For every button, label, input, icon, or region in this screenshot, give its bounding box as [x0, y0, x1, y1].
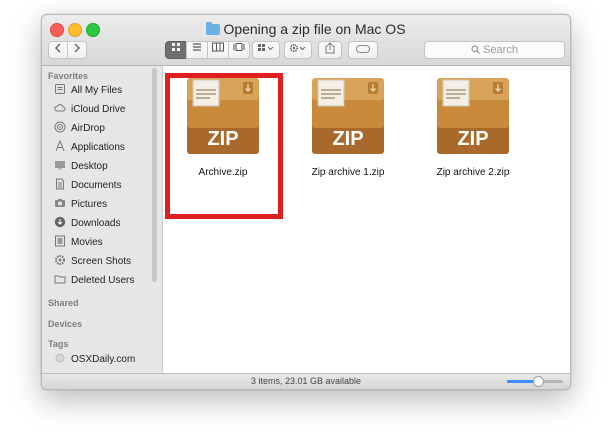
file-item-zip-archive-1[interactable]: ZIP Zip archive 1.zip: [288, 76, 408, 178]
sidebar-item-documents[interactable]: Documents: [54, 178, 154, 194]
action-button[interactable]: [284, 41, 312, 59]
folder-icon: [54, 275, 66, 284]
sidebar: Favorites All My Files iCloud Drive AirD…: [42, 66, 163, 373]
sidebar-item-label: Movies: [71, 237, 103, 248]
document-icon: [56, 178, 64, 190]
film-icon: [55, 235, 65, 247]
arrange-icon: [258, 44, 274, 51]
title-bar: Opening a zip file on Mac OS Search: [42, 15, 570, 66]
search-placeholder: Search: [483, 44, 518, 56]
folder-icon: [206, 22, 221, 35]
list-view-button[interactable]: [186, 41, 208, 59]
applications-icon: [55, 140, 65, 152]
highlight-box: [165, 73, 283, 219]
grid-icon: [172, 43, 180, 51]
sidebar-tag-osxdaily[interactable]: OSXDaily.com: [54, 352, 154, 368]
zip-badge-text: ZIP: [457, 128, 488, 150]
columns-icon: [212, 42, 224, 52]
file-item-zip-archive-2[interactable]: ZIP Zip archive 2.zip: [413, 76, 533, 178]
zip-archive-icon: ZIP: [437, 78, 509, 154]
sidebar-item-movies[interactable]: Movies: [54, 235, 154, 251]
sidebar-item-deleted-users[interactable]: Deleted Users: [54, 273, 154, 289]
sidebar-item-pictures[interactable]: Pictures: [54, 197, 154, 213]
cloud-icon: [54, 104, 66, 112]
sidebar-item-airdrop[interactable]: AirDrop: [54, 121, 154, 137]
chevron-right-icon: [74, 43, 81, 53]
sidebar-item-applications[interactable]: Applications: [54, 140, 154, 156]
icon-size-slider[interactable]: [507, 376, 563, 387]
status-text: 3 items, 23.01 GB available: [250, 376, 362, 386]
share-button[interactable]: [318, 41, 342, 59]
sidebar-item-screen-shots[interactable]: Screen Shots: [54, 254, 154, 270]
share-icon: [325, 42, 335, 54]
airdrop-icon: [54, 121, 66, 133]
slider-knob[interactable]: [532, 376, 544, 387]
tags-header: Tags: [48, 339, 69, 349]
finder-window: Opening a zip file on Mac OS Search Favo…: [41, 14, 571, 390]
icon-view-button[interactable]: [165, 41, 187, 59]
camera-icon: [55, 199, 65, 207]
shared-header: Shared: [48, 298, 79, 308]
sidebar-item-label: Applications: [71, 142, 125, 153]
back-button[interactable]: [48, 41, 68, 59]
sidebar-item-all-my-files[interactable]: All My Files: [54, 83, 154, 99]
sidebar-scrollbar[interactable]: [152, 68, 157, 282]
desktop-icon: [55, 161, 65, 170]
sidebar-item-label: Documents: [71, 180, 122, 191]
favorites-header: Favorites: [48, 71, 89, 81]
sidebar-item-icloud-drive[interactable]: iCloud Drive: [54, 102, 154, 118]
tags-button[interactable]: [348, 41, 378, 59]
sidebar-item-label: Pictures: [71, 199, 108, 210]
download-icon: [54, 216, 66, 228]
list-icon: [193, 43, 201, 51]
tag-dot-icon: [55, 353, 65, 363]
tag-icon: [356, 45, 370, 53]
file-name: Zip archive 2.zip: [436, 167, 510, 178]
sidebar-item-downloads[interactable]: Downloads: [54, 216, 154, 232]
gear-icon: [55, 255, 65, 265]
status-bar: 3 items, 23.01 GB available: [42, 373, 570, 389]
column-view-button[interactable]: [207, 41, 229, 59]
search-icon: [471, 45, 480, 54]
sidebar-item-label: AirDrop: [71, 123, 105, 134]
file-name: Zip archive 1.zip: [311, 167, 385, 178]
zip-archive-icon: ZIP: [312, 78, 384, 154]
chevron-left-icon: [54, 43, 61, 53]
sidebar-item-label: Downloads: [71, 218, 121, 229]
window-title-area: Opening a zip file on Mac OS: [42, 20, 570, 38]
sidebar-item-label: iCloud Drive: [71, 104, 126, 115]
sidebar-item-desktop[interactable]: Desktop: [54, 159, 154, 175]
sidebar-item-label: Deleted Users: [71, 275, 135, 286]
sidebar-item-label: Screen Shots: [71, 256, 132, 267]
sidebar-item-label: All My Files: [71, 85, 123, 96]
gear-icon: [289, 43, 306, 53]
gallery-icon: [233, 43, 245, 51]
search-field[interactable]: Search: [424, 41, 565, 59]
zip-badge-text: ZIP: [332, 128, 363, 150]
file-item-archive-zip[interactable]: ZIP Archive.zip: [163, 73, 283, 219]
file-area: ZIP Archive.zip ZIP Zip archive 1.zip ZI…: [163, 66, 570, 373]
sidebar-item-label: Desktop: [71, 161, 108, 172]
window-title: Opening a zip file on Mac OS: [223, 21, 406, 37]
sidebar-item-label: OSXDaily.com: [71, 354, 136, 365]
arrange-button[interactable]: [252, 41, 280, 59]
devices-header: Devices: [48, 319, 83, 329]
all-files-icon: [55, 84, 65, 94]
gallery-view-button[interactable]: [228, 41, 250, 59]
forward-button[interactable]: [67, 41, 87, 59]
